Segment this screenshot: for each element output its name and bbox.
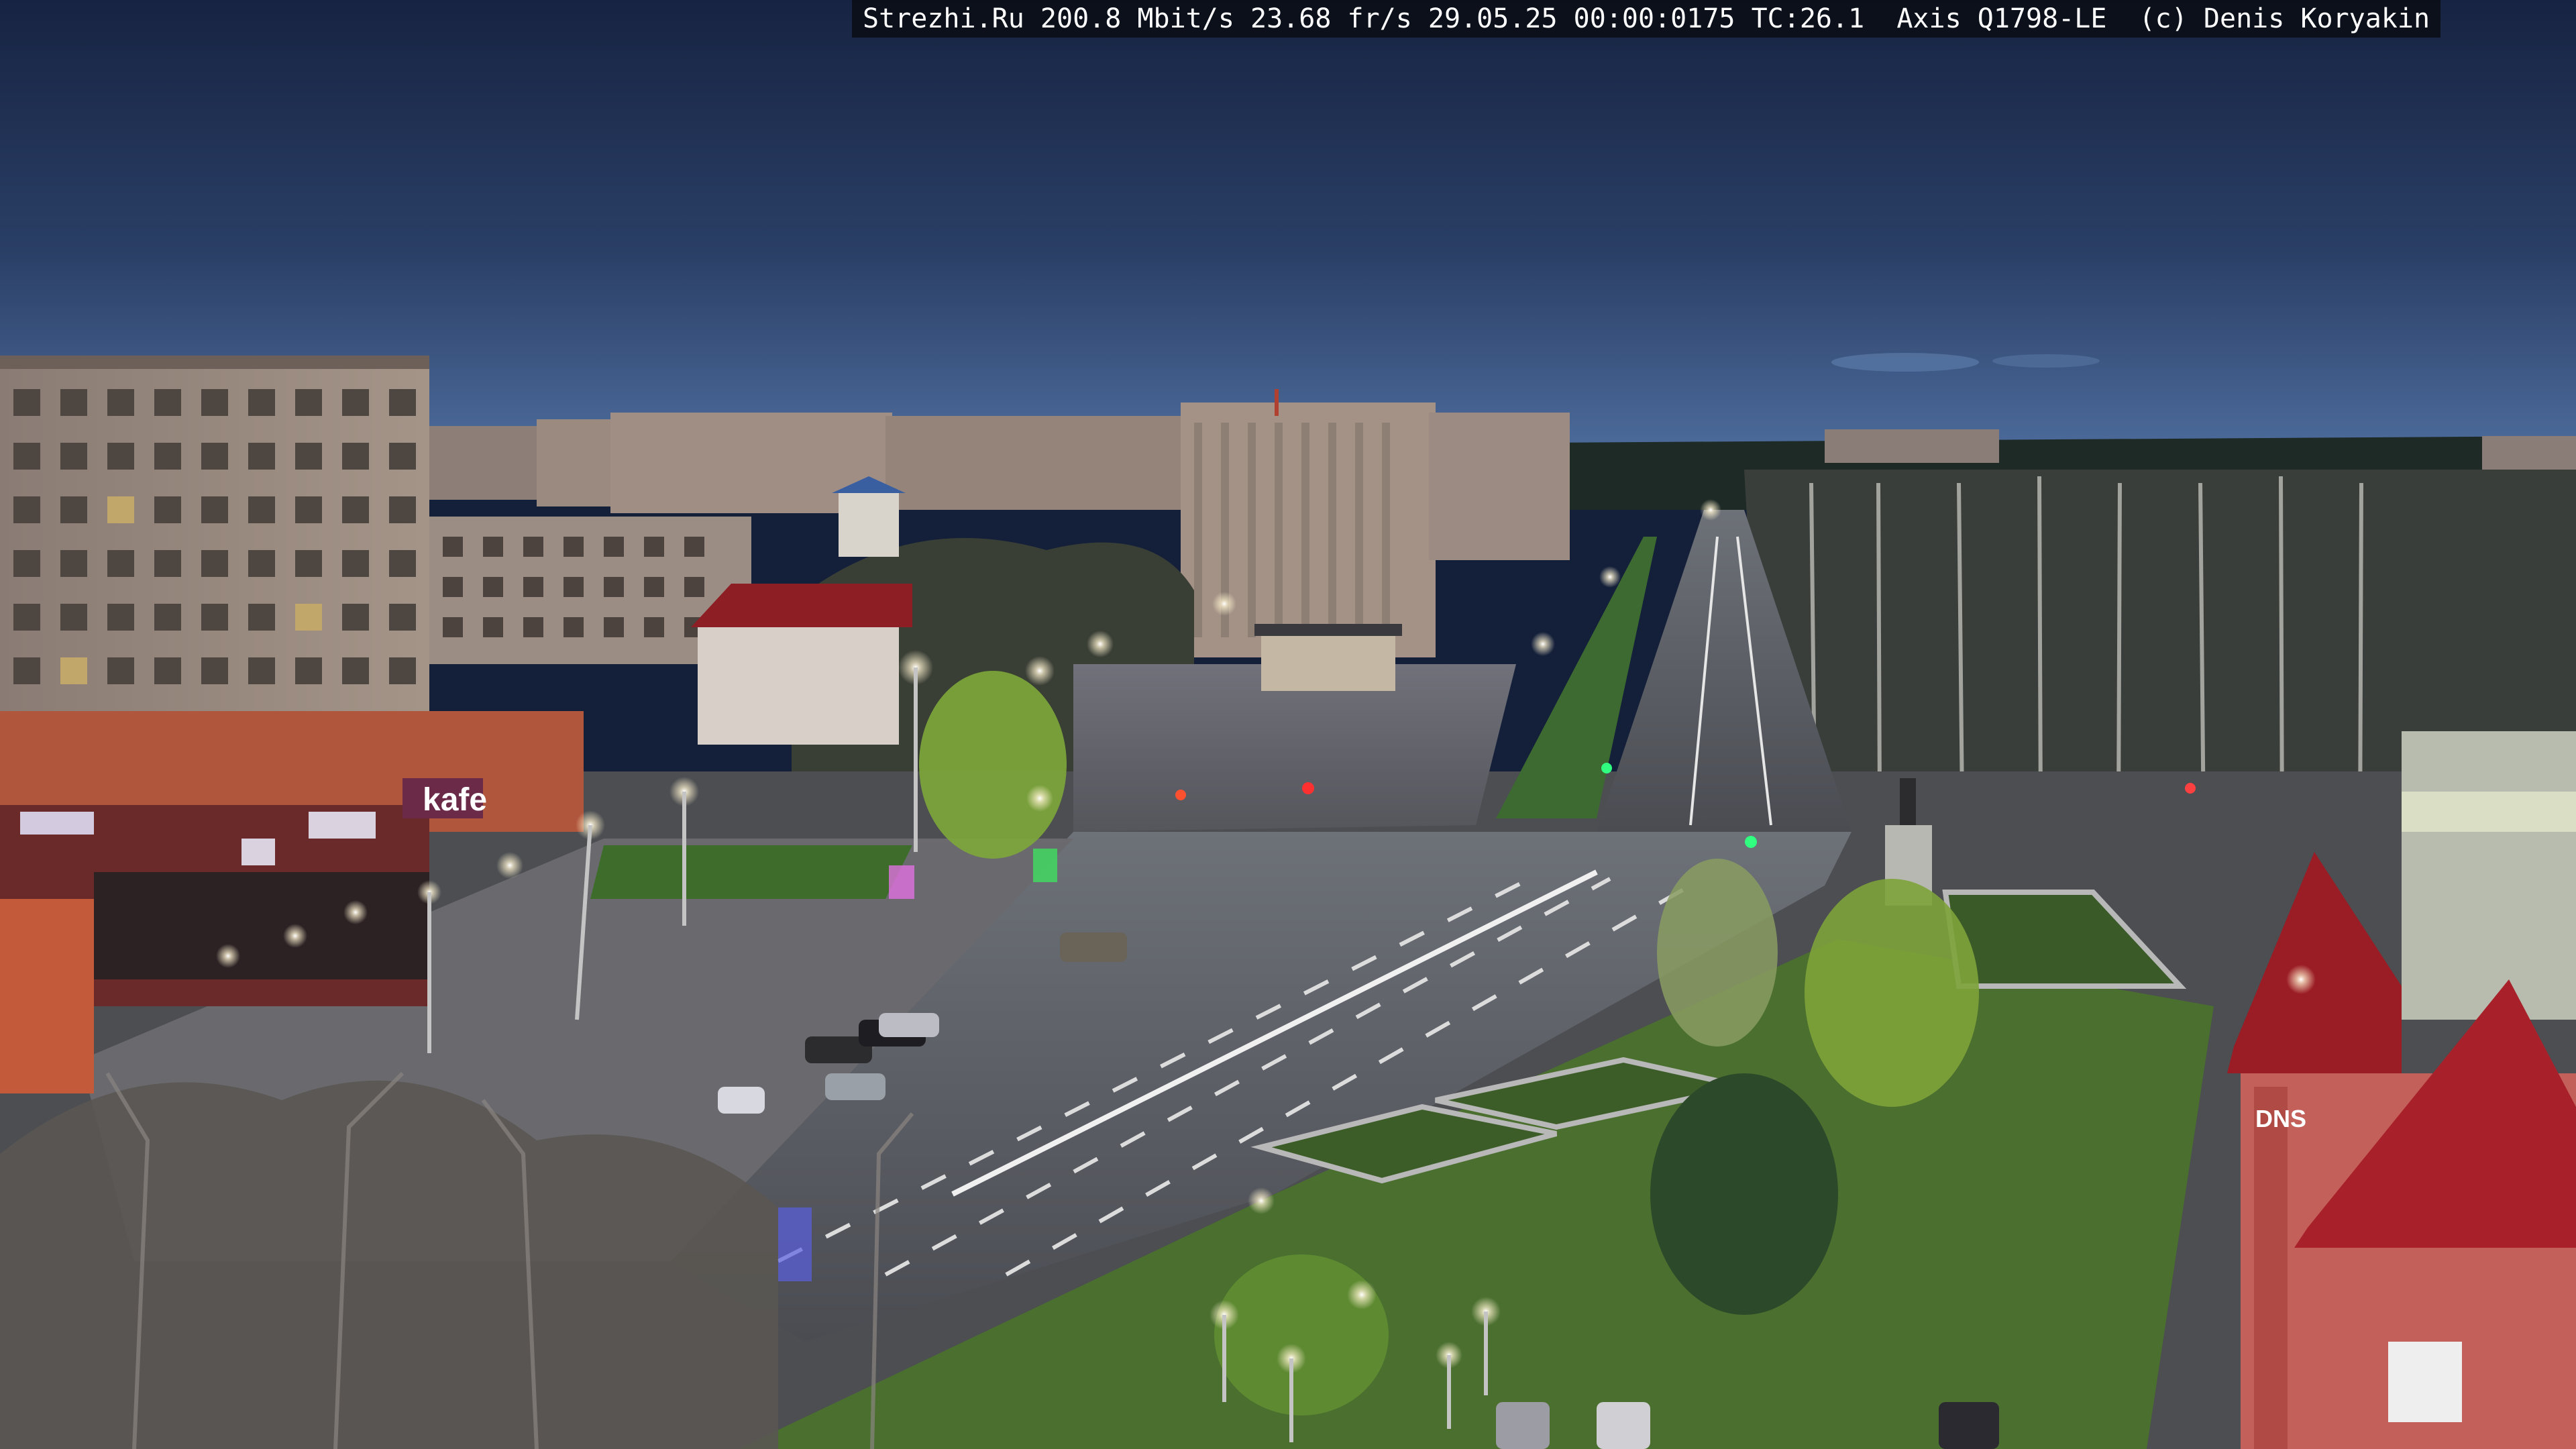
cloud <box>1831 353 1979 372</box>
overlay-framerate: 23.68 fr/s <box>1250 3 1412 34</box>
cloud <box>1992 354 2100 368</box>
overlay-camera: Axis Q1798-LE <box>1896 3 2107 34</box>
monument-statue <box>1900 778 1916 825</box>
overlay-bitrate: 200.8 Mbit/s <box>1040 3 1234 34</box>
overlay-site: Strezhi.Ru <box>863 3 1024 34</box>
dns-sign: DNS <box>2255 1105 2306 1132</box>
green-tree <box>1657 859 1778 1046</box>
lit-decoration <box>778 1208 812 1281</box>
left-lawn <box>590 845 912 899</box>
shop-sign <box>241 839 275 865</box>
shop-sign <box>20 812 94 835</box>
overlay-date: 29.05.25 <box>1428 3 1558 34</box>
spruce-tree <box>1650 1073 1838 1315</box>
camera-overlay-bar: Strezhi.Ru 200.8 Mbit/s 23.68 fr/s 29.05… <box>852 0 2441 38</box>
webcam-scene: kafe DNS <box>0 0 2576 1449</box>
pavilion <box>1261 631 1395 691</box>
shop-sign <box>309 812 376 839</box>
overlay-tc: TC:26.1 <box>1751 3 1865 34</box>
cafe-sign: kafe <box>423 782 487 818</box>
red-roof-house <box>698 624 899 745</box>
lit-decoration <box>1033 849 1057 882</box>
green-tree <box>919 671 1067 859</box>
green-tree <box>1805 879 1979 1107</box>
overlay-credit: (c) Denis Koryakin <box>2139 3 2430 34</box>
green-tree <box>1214 1254 1389 1415</box>
small-tower <box>839 490 899 557</box>
overlay-time: 00:00:0175 <box>1573 3 1735 34</box>
lit-decoration <box>889 865 914 899</box>
pavilion-roof <box>1254 624 1402 636</box>
